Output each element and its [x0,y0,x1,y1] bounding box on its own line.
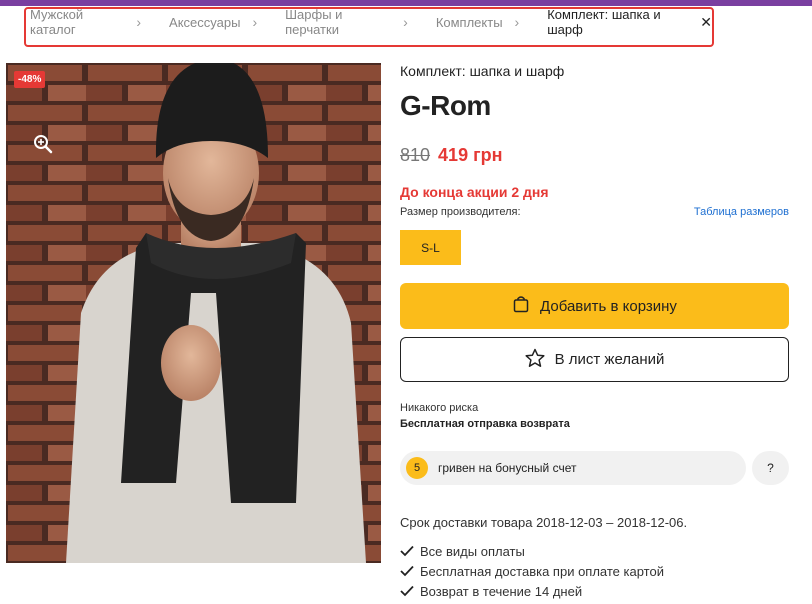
bonus-info: 5 гривен на бонусный счет [400,451,746,485]
zoom-in-icon[interactable] [32,133,54,155]
product-photo[interactable]: -48% [6,63,381,563]
feature-text: Все виды оплаты [420,543,525,559]
add-to-cart-label: Добавить в корзину [540,297,677,315]
no-risk-text: Никакого риска [400,402,479,414]
breadcrumb-item-sets[interactable]: Комплекты › [436,9,547,35]
feature-text: Возврат в течение 14 дней [420,583,583,599]
bonus-text: гривен на бонусный счет [438,461,577,475]
close-icon[interactable]: ✕ [700,14,712,31]
checkmark-icon [400,585,416,597]
breadcrumb-label[interactable]: Шарфы и перчатки [285,7,391,37]
breadcrumb-item-accessories[interactable]: Аксессуары › [169,9,285,35]
bonus-help-button[interactable]: ? [752,451,789,485]
bonus-amount: 5 [406,457,428,479]
size-table-link[interactable]: Таблица размеров [694,206,789,218]
breadcrumb-item-scarves-gloves[interactable]: Шарфы и перчатки › [285,7,436,37]
top-accent-bar [0,0,812,6]
feature-list: Все виды оплаты Бесплатная доставка при … [400,541,664,601]
list-item: Все виды оплаты [400,541,664,561]
chevron-right-icon: › [136,14,142,30]
breadcrumb-current-label: Комплект: шапка и шарф [547,7,661,37]
wishlist-label: В лист желаний [554,351,665,368]
breadcrumb-label[interactable]: Аксессуары [169,15,240,30]
chevron-right-icon: › [514,14,520,30]
breadcrumb-item-mens-catalog[interactable]: Мужской каталог › [26,7,169,37]
promo-countdown: До конца акции 2 дня [400,184,549,200]
list-item: Бесплатная доставка при оплате картой [400,561,664,581]
chevron-right-icon: › [403,14,408,30]
star-icon [525,348,545,372]
chevron-right-icon: › [252,14,258,30]
checkmark-icon [400,565,416,577]
breadcrumb-label[interactable]: Комплекты [436,15,503,30]
breadcrumb-current: Комплект: шапка и шарф ✕ [547,7,712,37]
old-price: 810 [400,145,431,165]
delivery-dates: Срок доставки товара 2018-12-03 – 2018-1… [400,515,688,530]
product-photo-illustration [6,63,381,563]
wishlist-button[interactable]: В лист желаний [400,337,789,382]
add-to-cart-button[interactable]: Добавить в корзину [400,283,789,329]
breadcrumb: Мужской каталог › Аксессуары › Шарфы и п… [24,7,714,47]
free-return-text: Бесплатная отправка возврата [400,418,570,430]
size-label: Размер производителя: [400,206,521,218]
checkmark-icon [400,545,416,557]
feature-text: Бесплатная доставка при оплате картой [420,563,664,579]
product-brand: G-Rom [400,90,491,121]
list-item: Возврат в течение 14 дней [400,581,664,601]
product-subtitle: Комплект: шапка и шарф [400,63,565,79]
breadcrumb-label[interactable]: Мужской каталог [30,7,124,37]
shopping-bag-icon [512,295,530,317]
discount-badge: -48% [14,71,46,88]
new-price: 419 грн [438,145,503,165]
size-option-button[interactable]: S-L [400,230,461,265]
price-block: 810 419 грн [400,145,502,166]
